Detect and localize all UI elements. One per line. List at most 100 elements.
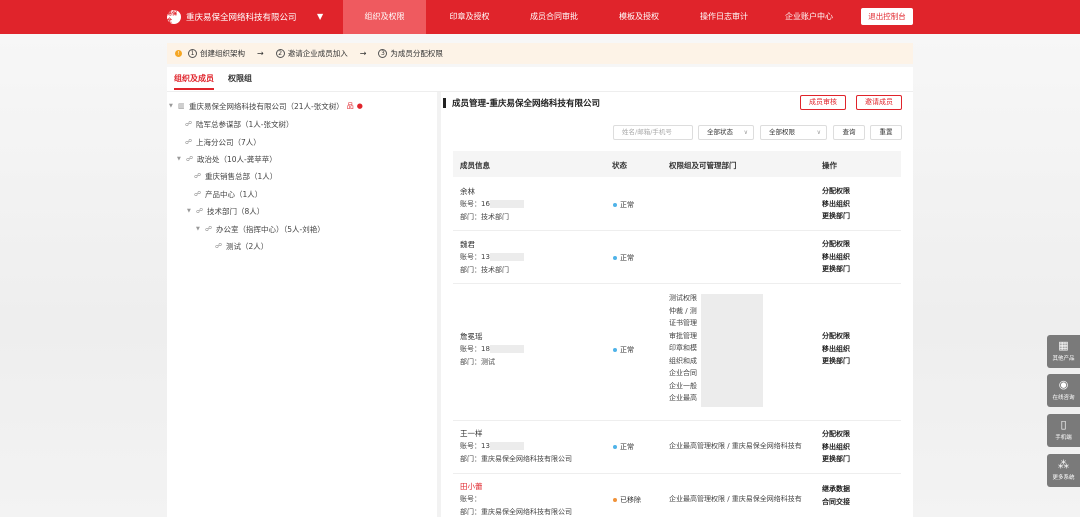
step-1: 1 创建组织架构 <box>188 48 245 59</box>
permission-list: 测试权限 仲裁 / 测 证书管理 审批管理 印章和模 组织和成 企业合同 企业一… <box>669 294 697 402</box>
brand-name: 重庆易保全网络科技有限公司 <box>186 13 297 23</box>
group-icon: ☍ <box>186 154 194 163</box>
assign-permission-link[interactable]: 分配权限 <box>822 330 850 343</box>
group-icon: ☍ <box>215 241 223 250</box>
status-badge: 正常 <box>613 345 634 355</box>
remove-from-org-link[interactable]: 移出组织 <box>822 441 850 454</box>
tree-node[interactable]: ☍ 陆军总参谋部（1人-张文树） <box>185 118 293 130</box>
panel-title: 成员管理-重庆易保全网络科技有限公司 <box>452 99 601 109</box>
table-row: 魏君 账号：13 部门：技术部门 正常 分配权限 移出组织 更换部门 <box>453 231 901 284</box>
change-dept-link[interactable]: 更换部门 <box>822 263 850 276</box>
group-icon: ☍ <box>194 171 202 180</box>
table-row: 余林 账号：16 部门：技术部门 正常 分配权限 移出组织 更换部门 <box>453 178 901 231</box>
nav-templates-auth[interactable]: 模板及授权 <box>600 0 678 34</box>
status-badge: 已移除 <box>613 495 641 505</box>
apps-icon: ▦ <box>1058 339 1069 352</box>
tree-node-root[interactable]: ▼ ▥ 重庆易保全网络科技有限公司（21人-张文树） 品 ● <box>169 100 363 112</box>
other-products-button[interactable]: ▦ 其他产品 <box>1047 335 1080 368</box>
step-2: 2 邀请企业成员加入 <box>275 48 348 59</box>
arrow-right-icon: → <box>359 49 367 58</box>
masked-phone <box>489 345 524 353</box>
nav-contract-approval[interactable]: 成员合同审批 <box>515 0 593 34</box>
company-switch-chevron-down-icon[interactable]: ▼ <box>317 12 323 21</box>
reset-button[interactable]: 重置 <box>870 125 902 140</box>
group-icon: ☍ <box>196 206 204 215</box>
mobile-button[interactable]: ▯ 手机端 <box>1047 414 1080 447</box>
caret-down-icon[interactable]: ▼ <box>196 226 202 232</box>
row-actions: 继承数据 合同交接 <box>822 483 850 508</box>
group-icon: ☍ <box>194 189 202 198</box>
nav-enterprise-account[interactable]: 企业账户中心 <box>770 0 848 34</box>
tree-node[interactable]: ☍ 产品中心（1人） <box>194 188 262 200</box>
nav-operation-log[interactable]: 操作日志审计 <box>685 0 763 34</box>
row-actions: 分配权限 移出组织 更换部门 <box>822 238 850 276</box>
chat-bubble-icon: ◉ <box>1058 378 1069 391</box>
member-review-button[interactable]: 成员审核 <box>800 95 846 110</box>
tree-node[interactable]: ☍ 重庆销售总部（1人） <box>194 170 277 182</box>
change-dept-link[interactable]: 更换部门 <box>822 453 850 466</box>
group-icon: ☍ <box>185 137 193 146</box>
remove-from-org-link[interactable]: 移出组织 <box>822 343 850 356</box>
building-icon: ▥ <box>178 101 185 110</box>
onboarding-steps: ! 1 创建组织架构 → 2 邀请企业成员加入 → 3 为成员分配权限 <box>167 43 913 64</box>
group-icon: ☍ <box>205 224 213 233</box>
network-icon: ⁂ <box>1058 458 1069 471</box>
title-accent-bar <box>443 98 446 108</box>
masked-permissions <box>701 294 763 407</box>
remove-from-org-link[interactable]: 移出组织 <box>822 251 850 264</box>
change-dept-link[interactable]: 更换部门 <box>822 210 850 223</box>
divider <box>167 91 913 92</box>
tab-org-members[interactable]: 组织及成员 <box>174 73 214 90</box>
tree-node[interactable]: ▼ ☍ 政治处（10人-龚苹苹） <box>177 153 277 165</box>
exit-console-button[interactable]: 退出控制台 <box>861 8 913 25</box>
table-row: 王一样 账号：13 部门：重庆易保全网络科技有限公司 正常 企业最高管理权限 /… <box>453 421 901 474</box>
tree-node[interactable]: ☍ 上海分公司（7人） <box>185 136 261 148</box>
masked-phone <box>489 442 524 450</box>
assign-permission-link[interactable]: 分配权限 <box>822 185 850 198</box>
caret-down-icon[interactable]: ▼ <box>169 103 175 109</box>
contract-handover-link[interactable]: 合同交接 <box>822 496 850 509</box>
masked-phone <box>489 200 524 208</box>
status-select[interactable]: 全部状态 ∨ <box>698 125 754 140</box>
chevron-down-icon: ∨ <box>743 129 748 136</box>
user-icon[interactable]: ● <box>357 102 363 110</box>
info-icon: ! <box>175 50 182 57</box>
status-badge: 正常 <box>613 442 634 452</box>
row-actions: 分配权限 移出组织 更换部门 <box>822 185 850 223</box>
caret-down-icon[interactable]: ▼ <box>177 156 183 162</box>
tree-node[interactable]: ▼ ☍ 技术部门（8人） <box>187 205 264 217</box>
permission-select[interactable]: 全部权限 ∨ <box>760 125 827 140</box>
inherit-data-link[interactable]: 继承数据 <box>822 483 850 496</box>
chevron-down-icon: ∨ <box>816 129 821 136</box>
caret-down-icon[interactable]: ▼ <box>187 208 193 214</box>
table-row: 田小蕾 账号： 部门：重庆易保全网络科技有限公司 已移除 企业最高管理权限 / … <box>460 482 850 516</box>
top-navbar: 易保全 重庆易保全网络科技有限公司 ▼ 组织及权限 印章及授权 成员合同审批 模… <box>0 0 1080 34</box>
assign-permission-link[interactable]: 分配权限 <box>822 238 850 251</box>
table-header: 成员信息 状态 权限组及可管理部门 操作 <box>453 151 901 177</box>
change-dept-link[interactable]: 更换部门 <box>822 355 850 368</box>
mobile-phone-icon: ▯ <box>1060 418 1067 431</box>
online-consult-button[interactable]: ◉ 在线咨询 <box>1047 374 1080 407</box>
tab-permission-groups[interactable]: 权限组 <box>228 73 252 90</box>
tree-node[interactable]: ▼ ☍ 办公室（指挥中心）（5人-刘艳） <box>196 223 325 235</box>
nav-org-permissions[interactable]: 组织及权限 <box>343 0 426 34</box>
tree-node[interactable]: ☍ 测试（2人） <box>215 240 268 252</box>
table-row: 詹冕瑶 账号：18 部门：测试 正常 测试权限 仲裁 / 测 证书管理 审批管理… <box>453 284 901 421</box>
status-badge: 正常 <box>613 200 634 210</box>
brand[interactable]: 易保全 重庆易保全网络科技有限公司 <box>167 10 297 24</box>
arrow-right-icon: → <box>257 49 264 58</box>
tab-bar: 组织及成员 权限组 <box>174 73 252 90</box>
query-button[interactable]: 查询 <box>833 125 865 140</box>
search-input[interactable]: 姓名/邮箱/手机号 <box>613 125 693 140</box>
row-actions: 分配权限 移出组织 更换部门 <box>822 428 850 466</box>
remove-from-org-link[interactable]: 移出组织 <box>822 198 850 211</box>
status-badge: 正常 <box>613 253 634 263</box>
invite-member-button[interactable]: 邀请成员 <box>856 95 902 110</box>
row-actions: 分配权限 移出组织 更换部门 <box>822 330 850 368</box>
assign-permission-link[interactable]: 分配权限 <box>822 428 850 441</box>
more-systems-button[interactable]: ⁂ 更多系统 <box>1047 454 1080 487</box>
panel-splitter[interactable] <box>437 92 441 517</box>
nav-seals-auth[interactable]: 印章及授权 <box>431 0 508 34</box>
step-3: 3 为成员分配权限 <box>378 48 443 59</box>
org-chart-icon[interactable]: 品 <box>347 101 354 111</box>
